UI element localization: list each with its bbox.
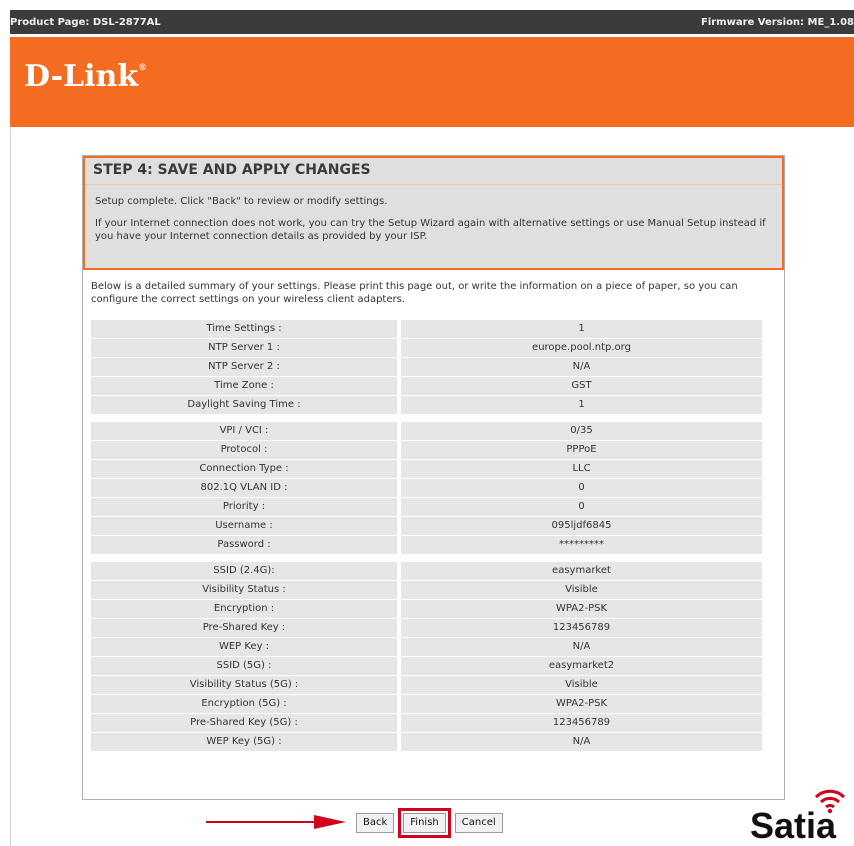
settings-row: Time Zone : GST: [91, 377, 776, 395]
setting-value: 1: [401, 320, 762, 338]
setting-value: PPPoE: [401, 441, 762, 459]
setting-label: Encryption (5G) :: [91, 695, 397, 713]
setting-value: WPA2-PSK: [401, 600, 762, 618]
product-page-label: Product Page: DSL-2877AL: [10, 16, 161, 28]
setting-label: Visibility Status (5G) :: [91, 676, 397, 694]
setting-value: GST: [401, 377, 762, 395]
settings-row: VPI / VCI :0/35: [91, 422, 776, 440]
setting-value: N/A: [401, 638, 762, 656]
setting-label: WEP Key :: [91, 638, 397, 656]
wizard-step-panel: STEP 4: SAVE AND APPLY CHANGES Setup com…: [82, 155, 785, 800]
setting-label: Protocol :: [91, 441, 397, 459]
settings-row: NTP Server 2 : N/A: [91, 358, 776, 376]
setting-value: Visible: [401, 676, 762, 694]
settings-row: Encryption : WPA2-PSK: [91, 600, 776, 618]
setting-label: SSID (2.4G):: [91, 562, 397, 580]
settings-group: SSID (2.4G): easymarket Visibility Status …: [91, 562, 776, 751]
setting-value: Visible: [401, 581, 762, 599]
settings-row: Username :095ljdf6845: [91, 517, 776, 535]
setting-label: 802.1Q VLAN ID :: [91, 479, 397, 497]
setting-label: Visibility Status :: [91, 581, 397, 599]
settings-row: Pre-Shared Key (5G) :123456789: [91, 714, 776, 732]
settings-row: Password : *********: [91, 536, 776, 554]
settings-row: SSID (5G) : easymarket2: [91, 657, 776, 675]
setting-label: WEP Key (5G) :: [91, 733, 397, 751]
setting-label: SSID (5G) :: [91, 657, 397, 675]
settings-row: Priority :0: [91, 498, 776, 516]
brand-banner: D-Link®: [10, 34, 854, 129]
setting-label: Username :: [91, 517, 397, 535]
step-title: STEP 4: SAVE AND APPLY CHANGES: [85, 162, 782, 185]
settings-row: Protocol : PPPoE: [91, 441, 776, 459]
settings-row: WEP Key : N/A: [91, 638, 776, 656]
settings-row: Visibility Status : Visible: [91, 581, 776, 599]
settings-row: Daylight Saving Time :1: [91, 396, 776, 414]
settings-row: Time Settings :1: [91, 320, 776, 338]
setting-value: LLC: [401, 460, 762, 478]
settings-summary: Time Settings :1 NTP Server 1 : europe.poo…: [83, 320, 784, 751]
setting-value: N/A: [401, 358, 762, 376]
firmware-version-label: Firmware Version: ME_1.08: [700, 16, 854, 28]
setting-value: europe.pool.ntp.org: [401, 339, 762, 357]
setting-value: 0: [401, 498, 762, 516]
settings-row: SSID (2.4G): easymarket: [91, 562, 776, 580]
cancel-button[interactable]: Cancel: [454, 813, 503, 833]
setting-value: *********: [401, 536, 762, 554]
settings-row: Encryption (5G) : WPA2-PSK: [91, 695, 776, 713]
setting-label: VPI / VCI :: [91, 422, 397, 440]
arrow-indicator: [206, 815, 346, 829]
setting-label: Priority :: [91, 498, 397, 516]
setup-complete-text: Setup complete. Click "Back" to review o…: [95, 196, 388, 207]
step-header: STEP 4: SAVE AND APPLY CHANGES Setup com…: [83, 156, 784, 270]
satia-watermark: Satia: [750, 805, 837, 846]
setting-label: Time Settings :: [91, 320, 397, 338]
setting-label: Encryption :: [91, 600, 397, 618]
setting-value: 0: [401, 479, 762, 497]
registered-mark: ®: [138, 63, 148, 73]
summary-intro: Below is a detailed summary of your sett…: [91, 281, 738, 305]
finish-highlight: Finish: [398, 808, 451, 838]
setting-value: 1: [401, 396, 762, 414]
logo-text: D-Link: [24, 59, 139, 94]
settings-row: WEP Key (5G) : N/A: [91, 733, 776, 751]
top-info-bar: Product Page: DSL-2877AL Firmware Versio…: [10, 10, 854, 34]
setting-label: Connection Type :: [91, 460, 397, 478]
troubleshoot-text: If your Internet connection does not wor…: [95, 218, 766, 242]
setting-value: WPA2-PSK: [401, 695, 762, 713]
setting-label: Pre-Shared Key :: [91, 619, 397, 637]
settings-row: Connection Type : LLC: [91, 460, 776, 478]
settings-row: 802.1Q VLAN ID :0: [91, 479, 776, 497]
setting-label: Pre-Shared Key (5G) :: [91, 714, 397, 732]
back-button[interactable]: Back: [356, 813, 395, 833]
setting-label: Daylight Saving Time :: [91, 396, 397, 414]
finish-button[interactable]: Finish: [403, 813, 446, 833]
setting-label: Password :: [91, 536, 397, 554]
setting-label: NTP Server 1 :: [91, 339, 397, 357]
setting-value: easymarket2: [401, 657, 762, 675]
setting-value: 123456789: [401, 714, 762, 732]
setting-label: NTP Server 2 :: [91, 358, 397, 376]
settings-group: Time Settings :1 NTP Server 1 : europe.poo…: [91, 320, 776, 414]
wizard-buttons: Back Finish Cancel: [356, 808, 503, 838]
settings-group: VPI / VCI :0/35 Protocol : PPPoE Connection…: [91, 422, 776, 554]
setting-value: 123456789: [401, 619, 762, 637]
setting-value: N/A: [401, 733, 762, 751]
settings-row: Visibility Status (5G) : Visible: [91, 676, 776, 694]
left-divider: [10, 129, 11, 846]
setting-label: Time Zone :: [91, 377, 397, 395]
settings-row: NTP Server 1 : europe.pool.ntp.org: [91, 339, 776, 357]
setting-value: 095ljdf6845: [401, 517, 762, 535]
setting-value: easymarket: [401, 562, 762, 580]
settings-row: Pre-Shared Key :123456789: [91, 619, 776, 637]
setting-value: 0/35: [401, 422, 762, 440]
dlink-logo: D-Link®: [24, 59, 147, 94]
